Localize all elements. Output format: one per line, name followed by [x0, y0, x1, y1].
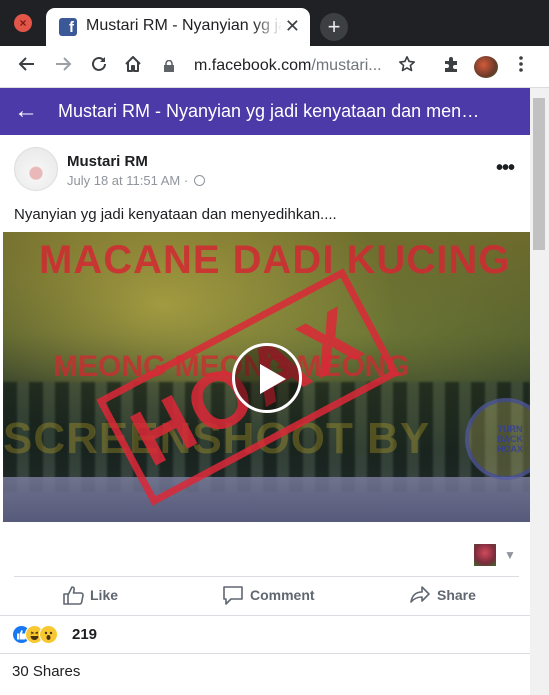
divider [0, 615, 530, 616]
share-label: Share [437, 587, 476, 603]
post-video[interactable]: MACANE DADI KUCING MEONG MEONG MEONG SCR… [3, 232, 530, 522]
page-title: Mustari RM - Nyanyian yg jadi kenyataan … [58, 101, 480, 121]
new-tab-button[interactable]: + [320, 13, 348, 41]
share-button[interactable]: Share [409, 585, 476, 609]
close-window-icon[interactable]: × [14, 14, 32, 32]
thumbs-up-icon [63, 586, 84, 605]
fb-page-header: ← Mustari RM - Nyanyian yg jadi kenyataa… [0, 88, 530, 135]
star-icon[interactable] [394, 54, 420, 80]
post-author[interactable]: Mustari RM [67, 153, 148, 170]
play-button[interactable] [232, 343, 302, 413]
like-button[interactable]: Like [62, 585, 118, 609]
react-as-avatar[interactable] [474, 544, 496, 566]
play-icon [260, 364, 286, 394]
back-icon[interactable] [14, 54, 40, 80]
url-text: m.facebook.com/mustari... [194, 57, 382, 75]
seal-text: TURN BACK HOAX [496, 424, 523, 454]
comment-icon [223, 586, 243, 605]
browser-toolbar: m.facebook.com/mustari... [0, 46, 549, 88]
wow-reaction-icon [39, 625, 58, 644]
divider [0, 653, 530, 654]
profile-avatar[interactable] [474, 56, 498, 78]
tab-strip: × f Mustari RM - Nyanyian yg jadi kenyat… [0, 0, 549, 46]
globe-icon [193, 175, 205, 186]
extensions-icon[interactable] [438, 54, 464, 80]
url-path: /mustari... [311, 57, 382, 74]
menu-icon[interactable] [508, 54, 534, 80]
video-overlay-text-top: MACANE DADI KUCING [39, 238, 511, 282]
reload-icon[interactable] [86, 54, 112, 80]
post-meta: July 18 at 11:51 AM · [67, 173, 205, 188]
tab-close-icon[interactable]: ✕ [285, 16, 300, 37]
shares-count[interactable]: 30 Shares [12, 663, 80, 680]
more-options-icon[interactable]: ••• [496, 157, 515, 180]
back-arrow-icon[interactable]: ← [14, 99, 38, 123]
share-icon [410, 586, 430, 603]
lock-icon [164, 60, 174, 72]
author-avatar[interactable] [14, 147, 58, 191]
facebook-favicon: f [59, 18, 77, 36]
scrollbar[interactable] [530, 88, 549, 695]
chevron-down-icon[interactable]: ▼ [504, 548, 516, 562]
forward-icon[interactable] [50, 54, 76, 80]
post-timestamp[interactable]: July 18 at 11:51 AM · [67, 173, 192, 188]
browser-tab[interactable]: f Mustari RM - Nyanyian yg jadi kenyataa… [46, 8, 310, 46]
post-text: Nyanyian yg jadi kenyataan dan menyedihk… [14, 206, 337, 223]
address-bar[interactable]: m.facebook.com/mustari... [160, 54, 428, 80]
video-floor [3, 477, 530, 522]
home-icon[interactable] [120, 54, 146, 80]
comment-button[interactable]: Comment [222, 585, 315, 609]
tab-title: Mustari RM - Nyanyian yg jadi kenyataan [86, 17, 282, 34]
url-host: m.facebook.com [194, 57, 312, 74]
divider [14, 576, 519, 577]
comment-label: Comment [250, 587, 315, 603]
reaction-count: 219 [72, 626, 98, 643]
scrollbar-thumb[interactable] [533, 98, 545, 250]
like-label: Like [90, 587, 119, 603]
